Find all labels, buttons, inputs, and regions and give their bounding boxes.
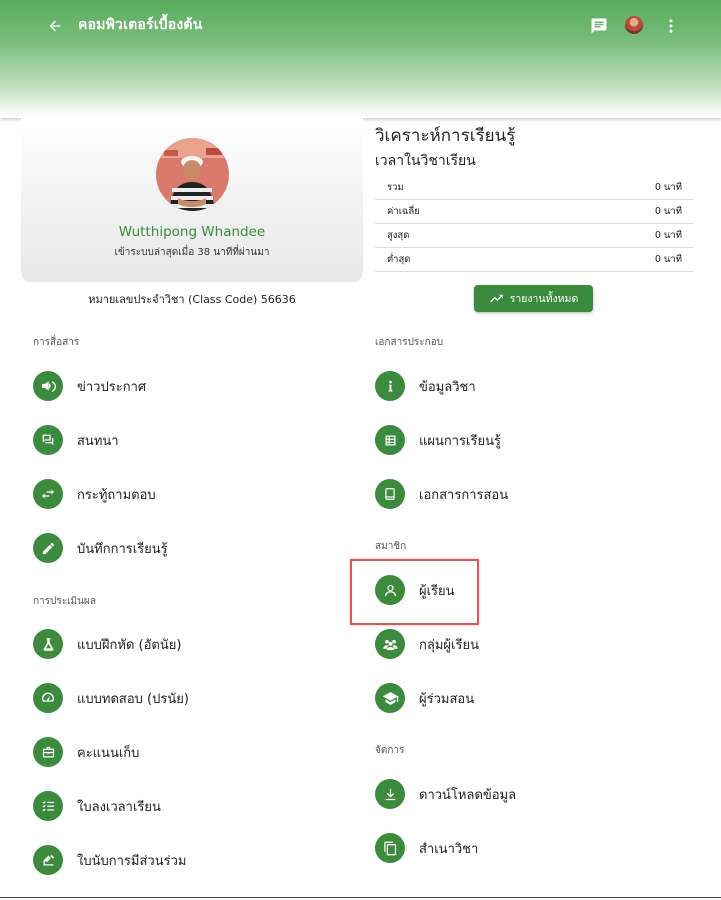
section-manage: จัดการ	[375, 745, 405, 756]
megaphone-icon	[33, 371, 63, 401]
full-report-label: รายงานทั้งหมด	[509, 293, 579, 305]
menu-attendance[interactable]: ใบลงเวลาเรียน	[33, 789, 161, 823]
table-icon	[375, 425, 405, 455]
menu-label: ข่าวประกาศ	[77, 379, 147, 395]
gauge-icon	[33, 683, 63, 713]
menu-label: บันทึกการเรียนรู้	[77, 541, 168, 557]
pencil-icon	[33, 533, 63, 563]
menu-copy-course[interactable]: สำเนาวิชา	[375, 831, 478, 865]
menu-label: แบบทดสอบ (ปรนัย)	[77, 691, 189, 707]
stat-value: 0 นาที	[654, 206, 682, 217]
menu-label: กระทู้ถามตอบ	[77, 487, 156, 503]
course-title: คอมพิวเตอร์เบื้องต้น	[78, 17, 203, 33]
menu-label: คะแนนเก็บ	[77, 745, 140, 761]
book-icon	[375, 479, 405, 509]
menu-test[interactable]: แบบทดสอบ (ปรนัย)	[33, 681, 189, 715]
stat-value: 0 นาที	[654, 254, 682, 265]
stat-label: สูงสุด	[387, 230, 410, 241]
section-communication: การสื่อสาร	[33, 337, 80, 348]
class-code: หมายเลขประจำวิชา (Class Code) 56636	[88, 293, 296, 306]
more-vert-icon	[669, 19, 673, 33]
info-icon	[375, 371, 405, 401]
menu-label: ข้อมูลวิชา	[419, 379, 476, 395]
download-icon	[375, 779, 405, 809]
menu-download[interactable]: ดาวน์โหลดข้อมูล	[375, 777, 516, 811]
menu-announcement[interactable]: ข่าวประกาศ	[33, 369, 146, 403]
more-options-button[interactable]	[660, 15, 682, 37]
full-report-button[interactable]: รายงานทั้งหมด	[474, 285, 593, 312]
copy-icon	[375, 833, 405, 863]
menu-label: แบบฝึกหัด (อัตนัย)	[77, 637, 182, 653]
flask-icon	[33, 629, 63, 659]
edit-note-icon	[33, 845, 63, 875]
app-bar: คอมพิวเตอร์เบื้องต้น	[0, 0, 721, 118]
menu-exercise[interactable]: แบบฝึกหัด (อัตนัย)	[33, 627, 181, 661]
stat-row-average: ค่าเฉลี่ย 0 นาที	[375, 200, 693, 224]
section-documents: เอกสารประกอบ	[375, 337, 444, 348]
menu-scores[interactable]: คะแนนเก็บ	[33, 735, 139, 769]
stat-label: ต่ำสุด	[387, 254, 411, 265]
group-icon	[375, 629, 405, 659]
menu-student-groups[interactable]: กลุ่มผู้เรียน	[375, 627, 479, 661]
menu-label: สำเนาวิชา	[419, 841, 479, 857]
menu-label: ใบนับการมีส่วนร่วม	[77, 853, 187, 869]
menu-lesson-plan[interactable]: แผนการเรียนรู้	[375, 423, 501, 457]
trending-up-icon	[489, 294, 503, 303]
menu-label: ดาวน์โหลดข้อมูล	[419, 787, 517, 803]
menu-label: แผนการเรียนรู้	[419, 433, 501, 449]
profile-photo	[156, 138, 229, 211]
menu-teaching-docs[interactable]: เอกสารการสอน	[375, 477, 508, 511]
arrow-left-icon	[49, 20, 61, 32]
analytics-subtitle: เวลาในวิชาเรียน	[375, 153, 476, 169]
forum-icon	[33, 425, 63, 455]
stat-row-total: รวม 0 นาที	[375, 176, 693, 200]
back-button[interactable]	[44, 15, 66, 37]
bottom-divider	[0, 897, 721, 898]
menu-qa[interactable]: กระทู้ถามตอบ	[33, 477, 156, 511]
menu-label: สนทนา	[77, 433, 119, 449]
stat-row-min: ต่ำสุด 0 นาที	[375, 248, 693, 272]
briefcase-icon	[33, 737, 63, 767]
menu-participation[interactable]: ใบนับการมีส่วนร่วม	[33, 843, 186, 877]
menu-label: ใบลงเวลาเรียน	[77, 799, 161, 815]
time-stats-table: รวม 0 นาที ค่าเฉลี่ย 0 นาที สูงสุด 0 นาที ต…	[375, 176, 693, 272]
analytics-title: วิเคราะห์การเรียนรู้	[375, 126, 516, 146]
graduation-cap-icon	[375, 683, 405, 713]
menu-label: เอกสารการสอน	[419, 487, 509, 503]
section-assessment: การประเมินผล	[33, 596, 96, 607]
stat-label: รวม	[387, 182, 404, 193]
user-avatar[interactable]	[625, 16, 643, 34]
profile-card: Wutthipong Whandee เข้าระบบล่าสุดเมื่อ 3…	[21, 118, 363, 282]
section-members: สมาชิก	[375, 541, 407, 552]
menu-course-info[interactable]: ข้อมูลวิชา	[375, 369, 476, 403]
stat-label: ค่าเฉลี่ย	[387, 206, 420, 217]
menu-label: ผู้ร่วมสอน	[419, 691, 475, 707]
swap-icon	[33, 479, 63, 509]
message-icon	[591, 18, 607, 34]
menu-learning-log[interactable]: บันทึกการเรียนรู้	[33, 531, 168, 565]
message-button[interactable]	[588, 15, 610, 37]
menu-co-teachers[interactable]: ผู้ร่วมสอน	[375, 681, 474, 715]
stat-value: 0 นาที	[654, 182, 682, 193]
profile-name: Wutthipong Whandee	[118, 224, 266, 240]
stat-row-max: สูงสุด 0 นาที	[375, 224, 693, 248]
last-login-text: เข้าระบบล่าสุดเมื่อ 38 นาทีที่ผ่านมา	[114, 247, 270, 258]
menu-label: กลุ่มผู้เรียน	[419, 637, 479, 653]
checklist-icon	[33, 791, 63, 821]
stat-value: 0 นาที	[654, 230, 682, 241]
students-highlight-box	[350, 559, 479, 625]
menu-discussion[interactable]: สนทนา	[33, 423, 119, 457]
